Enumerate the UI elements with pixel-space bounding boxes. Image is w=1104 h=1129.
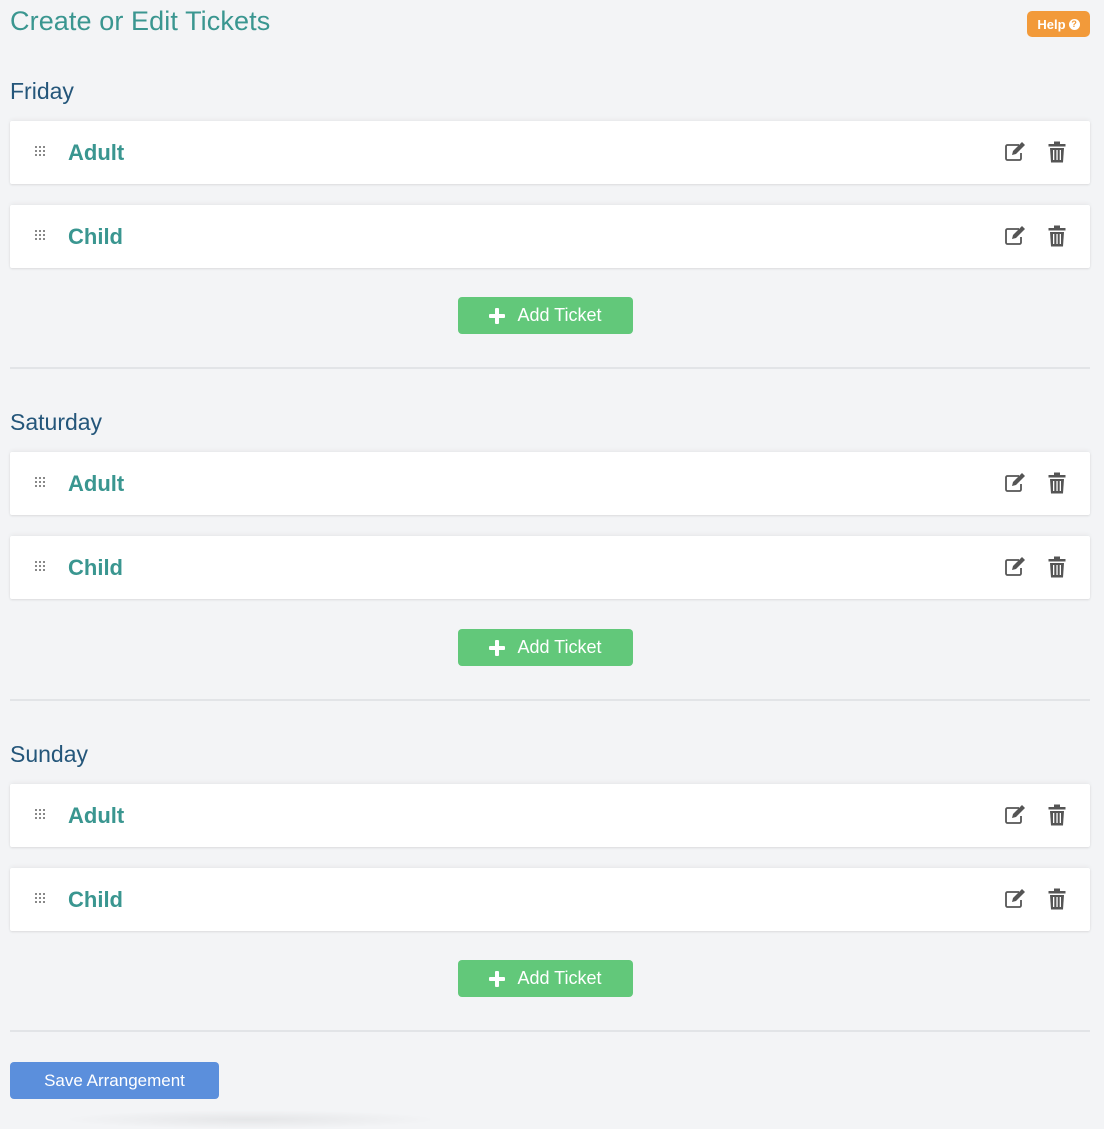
drag-handle-icon[interactable] xyxy=(35,561,47,573)
add-ticket-label: Add Ticket xyxy=(517,305,602,325)
trash-icon[interactable] xyxy=(1048,556,1066,578)
help-button[interactable]: Help ? xyxy=(1027,11,1090,37)
ticket-card[interactable]: Adult xyxy=(10,452,1090,515)
edit-icon[interactable] xyxy=(1004,226,1026,246)
ticket-name: Child xyxy=(68,887,123,912)
day-heading: Friday xyxy=(10,78,74,104)
drag-handle-icon[interactable] xyxy=(35,809,47,821)
help-label: Help xyxy=(1037,16,1066,32)
shadow-decoration xyxy=(60,1110,440,1129)
question-circle-icon: ? xyxy=(1068,18,1080,30)
day-heading: Sunday xyxy=(10,741,89,767)
trash-icon[interactable] xyxy=(1048,141,1066,163)
add-ticket-label: Add Ticket xyxy=(517,637,602,657)
ticket-name: Child xyxy=(68,224,123,249)
edit-icon[interactable] xyxy=(1004,142,1026,162)
ticket-card[interactable]: Child xyxy=(10,205,1090,268)
ticket-card[interactable]: Adult xyxy=(10,784,1090,847)
drag-handle-icon[interactable] xyxy=(35,893,47,905)
drag-handle-icon[interactable] xyxy=(35,230,47,242)
trash-icon[interactable] xyxy=(1048,888,1066,910)
ticket-card[interactable]: Child xyxy=(10,868,1090,931)
add-ticket-button[interactable]: Add Ticket xyxy=(458,629,633,666)
ticket-name: Adult xyxy=(68,803,125,828)
day-heading: Saturday xyxy=(10,409,103,435)
add-ticket-button[interactable]: Add Ticket xyxy=(458,297,633,334)
plus-icon xyxy=(489,307,506,324)
plus-icon xyxy=(489,639,506,656)
ticket-name: Adult xyxy=(68,140,125,165)
add-ticket-button[interactable]: Add Ticket xyxy=(458,960,633,997)
ticket-name: Adult xyxy=(68,471,125,496)
drag-handle-icon[interactable] xyxy=(35,146,47,158)
edit-icon[interactable] xyxy=(1004,805,1026,825)
section-divider xyxy=(10,699,1090,701)
section-divider xyxy=(10,367,1090,369)
edit-icon[interactable] xyxy=(1004,889,1026,909)
ticket-card[interactable]: Adult xyxy=(10,121,1090,184)
ticket-name: Child xyxy=(68,555,123,580)
add-ticket-label: Add Ticket xyxy=(517,968,602,988)
section-divider xyxy=(10,1030,1090,1032)
trash-icon[interactable] xyxy=(1048,472,1066,494)
save-arrangement-button[interactable]: Save Arrangement xyxy=(10,1062,219,1099)
drag-handle-icon[interactable] xyxy=(35,477,47,489)
plus-icon xyxy=(489,970,506,987)
ticket-card[interactable]: Child xyxy=(10,536,1090,599)
trash-icon[interactable] xyxy=(1048,804,1066,826)
edit-icon[interactable] xyxy=(1004,557,1026,577)
edit-icon[interactable] xyxy=(1004,473,1026,493)
trash-icon[interactable] xyxy=(1048,225,1066,247)
page-title: Create or Edit Tickets xyxy=(10,6,271,36)
